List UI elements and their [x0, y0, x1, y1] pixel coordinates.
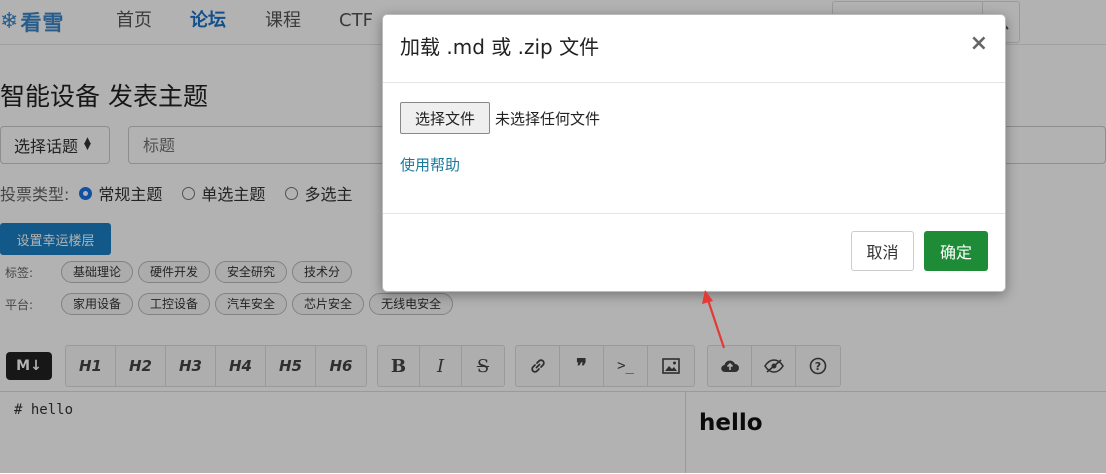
modal-body: 选择文件 未选择任何文件 使用帮助 — [383, 83, 1005, 213]
modal-header: 加载 .md 或 .zip 文件 × — [383, 15, 1005, 83]
choose-file-button[interactable]: 选择文件 — [400, 102, 490, 134]
close-icon[interactable]: × — [970, 32, 988, 56]
cancel-button[interactable]: 取消 — [851, 231, 914, 271]
help-link[interactable]: 使用帮助 — [400, 154, 460, 175]
confirm-button[interactable]: 确定 — [924, 231, 988, 271]
upload-modal: 加载 .md 或 .zip 文件 × 选择文件 未选择任何文件 使用帮助 取消 … — [382, 14, 1006, 292]
modal-footer: 取消 确定 — [383, 213, 1005, 291]
annotation-arrow-icon — [702, 290, 726, 349]
file-status-text: 未选择任何文件 — [495, 110, 601, 128]
modal-title: 加载 .md 或 .zip 文件 — [400, 35, 600, 59]
